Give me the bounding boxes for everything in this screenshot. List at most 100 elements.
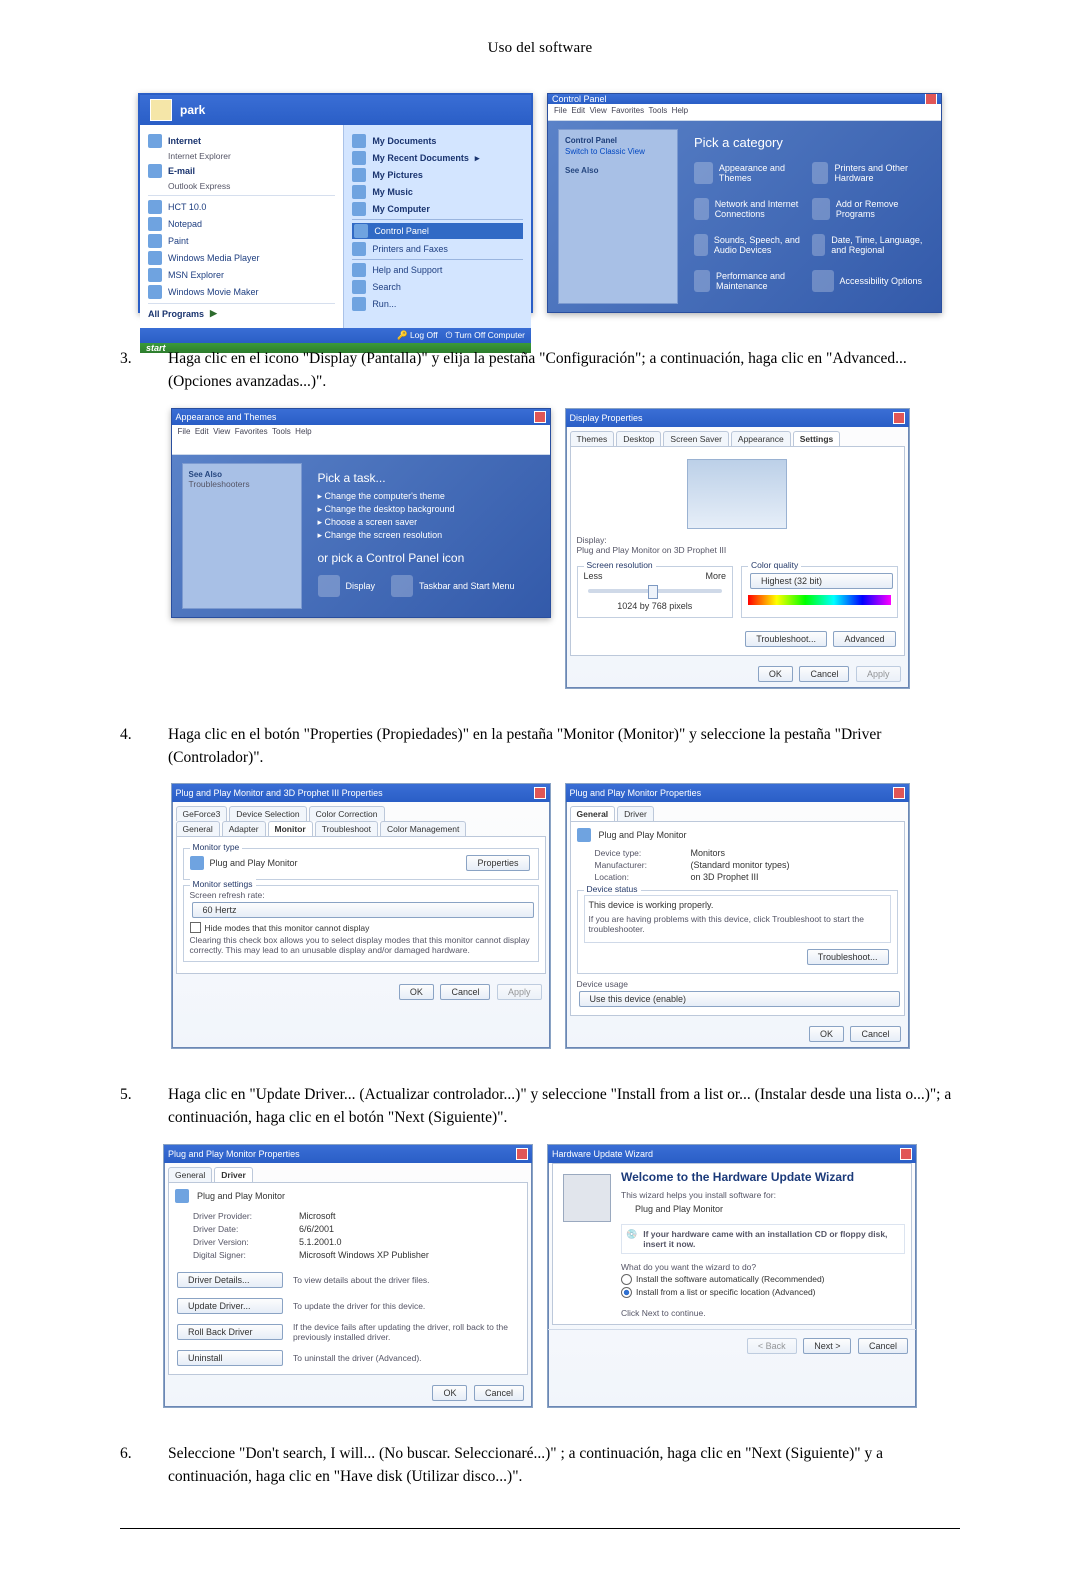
startmenu-item-wmp[interactable]: Windows Media Player [148,251,335,265]
turnoff-button[interactable]: ⏻ Turn Off Computer [446,330,525,341]
next-button[interactable]: Next > [803,1338,851,1354]
apply-button: Apply [856,666,901,682]
startmenu-recent[interactable]: My Recent Documents ▸ [352,151,523,165]
cat-access[interactable]: Accessibility Options [812,270,924,292]
tab-monitor[interactable]: Monitor [268,821,313,836]
folder-icon [352,168,366,182]
rollback-driver-button[interactable]: Roll Back Driver [177,1324,283,1340]
cat-network[interactable]: Network and Internet Connections [694,198,806,220]
cancel-button[interactable]: Cancel [440,984,490,1000]
close-icon[interactable] [516,1148,528,1160]
close-icon[interactable] [900,1148,912,1160]
cat-printers[interactable]: Printers and Other Hardware [812,162,924,184]
logoff-button[interactable]: 🔑 Log Off [397,330,438,341]
troubleshoot-button[interactable]: Troubleshoot... [745,631,827,647]
close-icon[interactable] [534,411,546,423]
tab-general[interactable]: General [570,806,616,821]
switch-classic-link[interactable]: Switch to Classic View [565,147,671,156]
startmenu-printers[interactable]: Printers and Faxes [352,242,523,256]
startmenu-help[interactable]: Help and Support [352,263,523,277]
troubleshoot-button[interactable]: Troubleshoot... [807,949,889,965]
ok-button[interactable]: OK [432,1385,467,1401]
uninstall-driver-button[interactable]: Uninstall [177,1350,283,1366]
startmenu-item-hct[interactable]: HCT 10.0 [148,200,335,214]
tab-appearance[interactable]: Appearance [731,431,791,446]
controlpanel-icon [354,224,368,238]
wizard-continue: Click Next to continue. [621,1308,905,1318]
tab-device-selection[interactable]: Device Selection [229,806,306,821]
wizard-opt-list[interactable]: Install from a list or specific location… [621,1287,905,1298]
startmenu-all-programs[interactable]: All Programs ▶ [148,308,335,319]
cancel-button[interactable]: Cancel [850,1026,900,1042]
startmenu-mycomputer[interactable]: My Computer [352,202,523,216]
close-icon[interactable] [893,412,905,424]
monitor-type-value: Plug and Play Monitor [210,858,298,868]
startmenu-mymusic[interactable]: My Music [352,185,523,199]
startmenu-item-paint[interactable]: Paint [148,234,335,248]
startmenu-item-notepad[interactable]: Notepad [148,217,335,231]
cat-appearance[interactable]: Appearance and Themes [694,162,806,184]
wizard-opt-auto[interactable]: Install the software automatically (Reco… [621,1274,905,1285]
tab-driver[interactable]: Driver [617,806,654,821]
computer-icon [352,202,366,216]
tab-general[interactable]: General [168,1167,212,1182]
startmenu-item-wmm[interactable]: Windows Movie Maker [148,285,335,299]
refresh-rate-select[interactable]: 60 Hertz [192,902,534,918]
cat-addremove[interactable]: Add or Remove Programs [812,198,924,220]
startmenu-item-email[interactable]: E-mail [148,164,335,178]
startmenu-mypic[interactable]: My Pictures [352,168,523,182]
ok-button[interactable]: OK [809,1026,844,1042]
tab-settings[interactable]: Settings [793,431,841,446]
cat-perf[interactable]: Performance and Maintenance [694,270,806,292]
cancel-button[interactable]: Cancel [799,666,849,682]
cancel-button[interactable]: Cancel [474,1385,524,1401]
figure-row-3: Plug and Play Monitor and 3D Prophet III… [120,783,960,1049]
tab-general[interactable]: General [176,821,220,836]
startmenu-run[interactable]: Run... [352,297,523,311]
task-desktop[interactable]: ▸ Change the desktop background [318,504,532,515]
res-legend: Screen resolution [584,560,656,570]
resolution-slider[interactable] [588,589,723,593]
tab-troubleshoot[interactable]: Troubleshoot [315,821,378,836]
tab-screensaver[interactable]: Screen Saver [663,431,729,446]
search-icon [352,280,366,294]
startmenu-item-internet[interactable]: Internet [148,134,335,148]
ok-button[interactable]: OK [399,984,434,1000]
startmenu-item-msn[interactable]: MSN Explorer [148,268,335,282]
cpicon-taskbar[interactable]: Taskbar and Start Menu [391,575,515,597]
tab-themes[interactable]: Themes [570,431,615,446]
cancel-button[interactable]: Cancel [858,1338,908,1354]
task-screensaver[interactable]: ▸ Choose a screen saver [318,517,532,528]
advanced-button[interactable]: Advanced [833,631,895,647]
properties-button[interactable]: Properties [466,855,529,871]
hide-modes-checkbox[interactable]: Hide modes that this monitor cannot disp… [190,922,532,933]
tab-geforce3[interactable]: GeForce3 [176,806,228,821]
update-driver-button[interactable]: Update Driver... [177,1298,283,1314]
device-status-legend: Device status [584,884,641,894]
tab-color-correction[interactable]: Color Correction [309,806,385,821]
tab-desktop[interactable]: Desktop [616,431,661,446]
startmenu-username: park [180,103,205,117]
startmenu-control-panel[interactable]: Control Panel [352,223,523,239]
cat-sounds[interactable]: Sounds, Speech, and Audio Devices [694,234,806,256]
cpicon-display[interactable]: Display [318,575,376,597]
tab-color-mgmt[interactable]: Color Management [380,821,466,836]
driver-details-button[interactable]: Driver Details... [177,1272,283,1288]
sidebar-title: Control Panel [565,136,671,145]
monitor-icon [190,856,204,870]
close-icon[interactable] [925,94,937,104]
startmenu-search[interactable]: Search [352,280,523,294]
tab-adapter[interactable]: Adapter [222,821,266,836]
close-icon[interactable] [534,787,546,799]
display-value: Plug and Play Monitor on 3D Prophet III [577,545,898,555]
ok-button[interactable]: OK [758,666,793,682]
cat-datetime[interactable]: Date, Time, Language, and Regional [812,234,924,256]
task-resolution[interactable]: ▸ Change the screen resolution [318,530,532,541]
startmenu-mydocs[interactable]: My Documents [352,134,523,148]
location-value: on 3D Prophet III [691,872,898,882]
color-quality-select[interactable]: Highest (32 bit) [750,573,893,589]
close-icon[interactable] [893,787,905,799]
tab-driver[interactable]: Driver [214,1167,253,1182]
task-theme[interactable]: ▸ Change the computer's theme [318,491,532,502]
device-usage-select[interactable]: Use this device (enable) [579,991,900,1007]
